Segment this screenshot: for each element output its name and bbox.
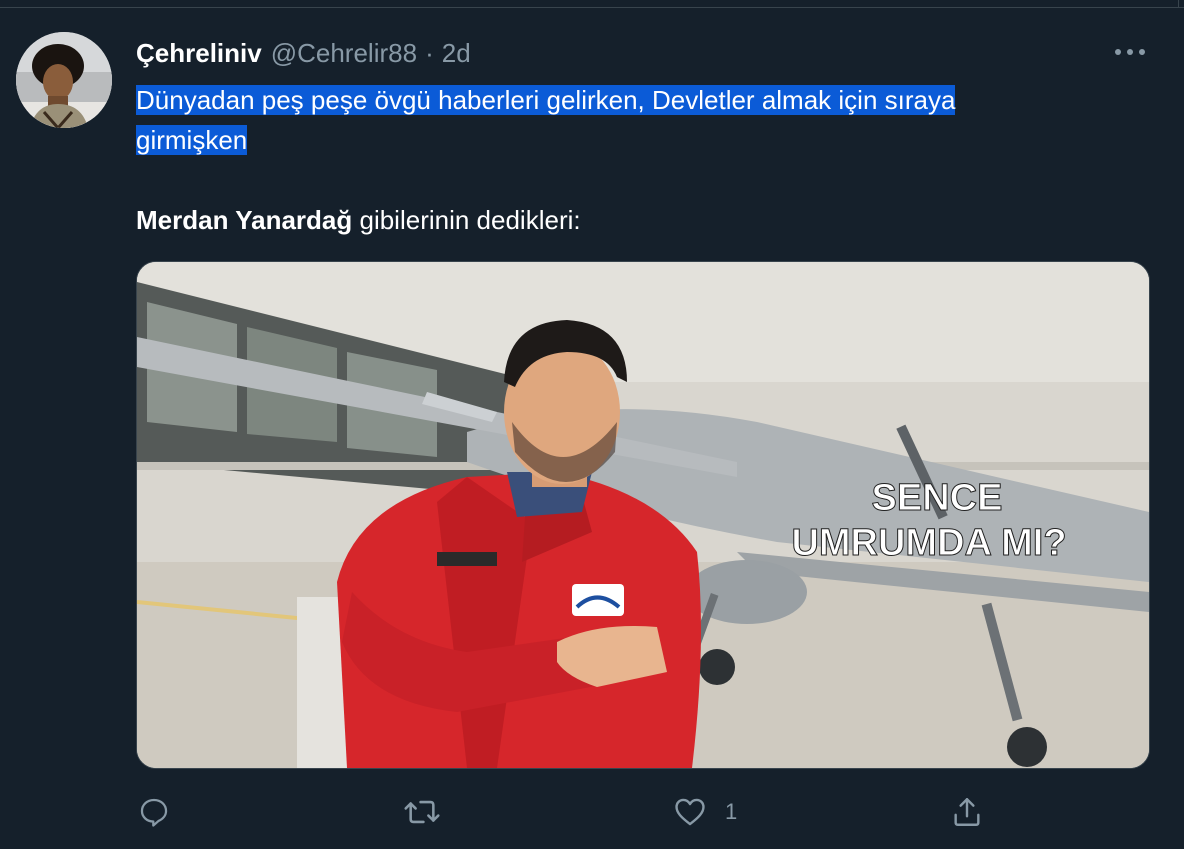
right-divider [1178, 0, 1179, 8]
share-icon [954, 798, 980, 826]
tweet-text: Dünyadan peş peşe övgü haberleri gelirke… [136, 80, 1096, 235]
like-icon [675, 798, 705, 826]
tweet-media[interactable]: SENCE UMRUMDA MI? [136, 261, 1150, 769]
avatar-image [16, 32, 112, 128]
avatar[interactable] [16, 32, 112, 128]
top-divider [0, 7, 1184, 8]
like-button[interactable]: 1 [673, 790, 737, 834]
tweet-text-line1: Dünyadan peş peşe övgü haberleri gelirke… [136, 85, 956, 115]
tweet-text-line3: Merdan Yanardağ gibilerinin dedikleri: [136, 200, 581, 240]
mention-rest: gibilerinin dedikleri: [352, 205, 581, 235]
reply-icon [140, 798, 168, 827]
timestamp[interactable]: 2d [442, 38, 471, 69]
media-caption-line1: SENCE [872, 477, 1003, 519]
ellipsis-icon [1115, 49, 1145, 55]
more-options-button[interactable] [1112, 38, 1148, 66]
user-handle[interactable]: @Cehrelir88 [271, 38, 417, 69]
display-name[interactable]: Çehreliniv [136, 38, 262, 69]
mention-bold: Merdan Yanardağ [136, 205, 353, 235]
reply-button[interactable] [137, 790, 171, 834]
tweet-actions: 1 [0, 790, 1184, 834]
tweet-text-line2: girmişken [136, 125, 248, 155]
retweet-button[interactable] [403, 790, 441, 834]
like-count: 1 [725, 799, 738, 824]
separator-dot: · [425, 37, 434, 68]
media-caption-line2: UMRUMDA MI? [791, 522, 1066, 564]
retweet-icon [404, 800, 440, 824]
media-image: SENCE UMRUMDA MI? [137, 262, 1149, 768]
tweet-header: Çehreliniv @Cehrelir88 · 2d [136, 36, 471, 70]
share-button[interactable] [950, 790, 984, 834]
